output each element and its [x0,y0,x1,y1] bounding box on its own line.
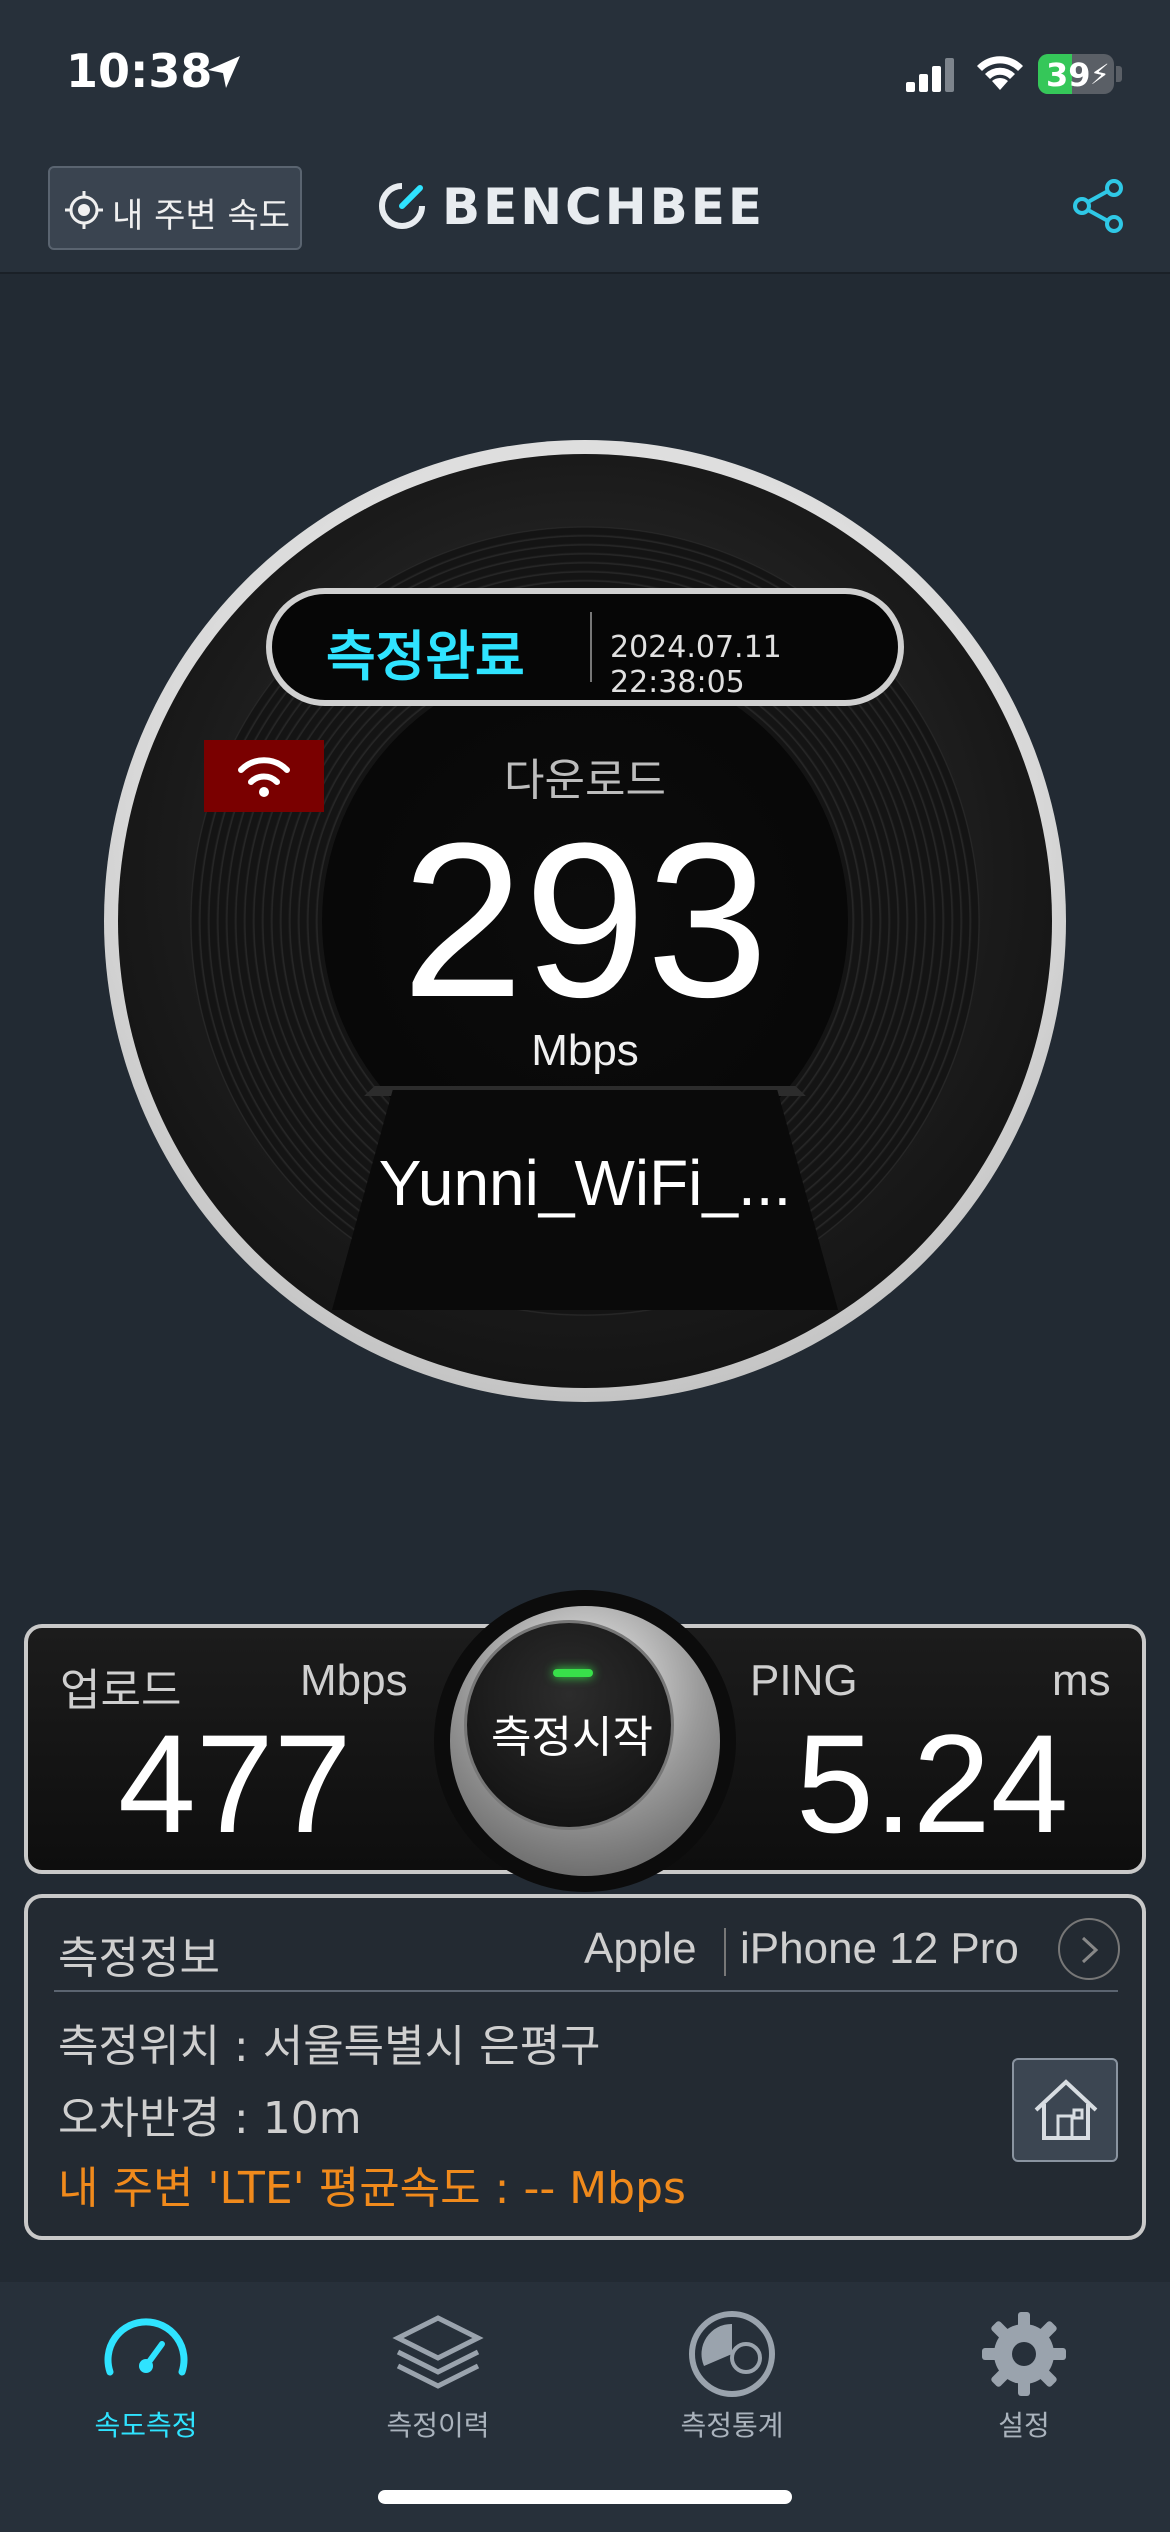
info-title: 측정정보 [58,1933,220,1984]
measurement-timestamp: 2024.07.11 22:38:05 [610,630,782,700]
location-arrow-icon [208,56,240,88]
measurement-status: 측정완료 [326,625,525,688]
app-header: 내 주변 속도 BENCHBEE [0,150,1170,274]
chevron-right-icon [1081,1936,1099,1964]
device-detail-button[interactable] [1058,1918,1120,1980]
measurement-status-pill: 측정완료 2024.07.11 22:38:05 [266,588,904,706]
status-time: 10:38 [66,44,213,98]
measurement-location: 측정위치 : 서울특별시 은평구 [58,2021,601,2072]
tab-history[interactable]: 측정이력 [318,2296,558,2442]
tab-speed-test[interactable]: 속도측정 [26,2296,266,2442]
house-icon [1034,2079,1098,2140]
speedometer-icon [104,2318,188,2376]
statistics-icon [689,2311,775,2397]
ping-label: PING [750,1656,858,1705]
speed-gauge: 측정완료 2024.07.11 22:38:05 다운로드 293 Mbps Y… [104,440,1066,1402]
download-value: 293 [401,797,769,1043]
battery-indicator: 39 ⚡ [1038,54,1114,94]
charging-bolt-icon: ⚡ [1090,58,1110,91]
nearby-average-speed: 내 주변 'LTE' 평균속도 : -- Mbps [58,2163,686,2214]
tab-label: 설정 [998,2409,1050,2442]
tab-settings[interactable]: 설정 [904,2296,1144,2442]
ping-unit: ms [1052,1656,1111,1705]
home-indicator[interactable] [378,2490,792,2504]
nearby-speed-label: 내 주변 속도 [112,196,291,236]
error-radius: 오차반경 : 10m [58,2093,362,2144]
battery-level: 39 [1046,56,1091,94]
wifi-status-icon [977,56,1023,90]
home-location-button[interactable] [1012,2058,1118,2162]
tab-label: 측정통계 [680,2409,784,2442]
tab-statistics[interactable]: 측정통계 [612,2296,852,2442]
upload-unit: Mbps [300,1656,408,1705]
ping-value: 5.24 [796,1705,1069,1862]
start-measurement-button[interactable]: 측정시작 [434,1590,736,1892]
device-model: iPhone 12 Pro [740,1924,1019,1973]
download-unit: Mbps [531,1026,639,1075]
location-target-icon [65,191,103,229]
network-name: Yunni_WiFi_... [378,1147,792,1219]
start-measurement-label: 측정시작 [491,1712,653,1763]
measurement-info-panel: 측정정보 Apple iPhone 12 Pro 측정위치 : 서울특별시 은평… [24,1894,1146,2240]
tab-label: 속도측정 [94,2409,198,2442]
benchbee-logo-icon [379,183,425,229]
status-bar: 10:38 39 ⚡ [0,0,1170,150]
nearby-speed-button[interactable]: 내 주변 속도 [48,166,302,250]
gear-icon [982,2312,1066,2396]
tab-label: 측정이력 [386,2409,490,2442]
share-icon[interactable] [1070,178,1126,234]
device-brand: Apple [584,1924,697,1973]
status-led [553,1669,593,1677]
cellular-signal-icon [906,58,954,92]
app-logo-text: BENCHBEE [442,178,766,236]
layers-icon [392,2315,484,2389]
upload-value: 477 [118,1705,352,1862]
